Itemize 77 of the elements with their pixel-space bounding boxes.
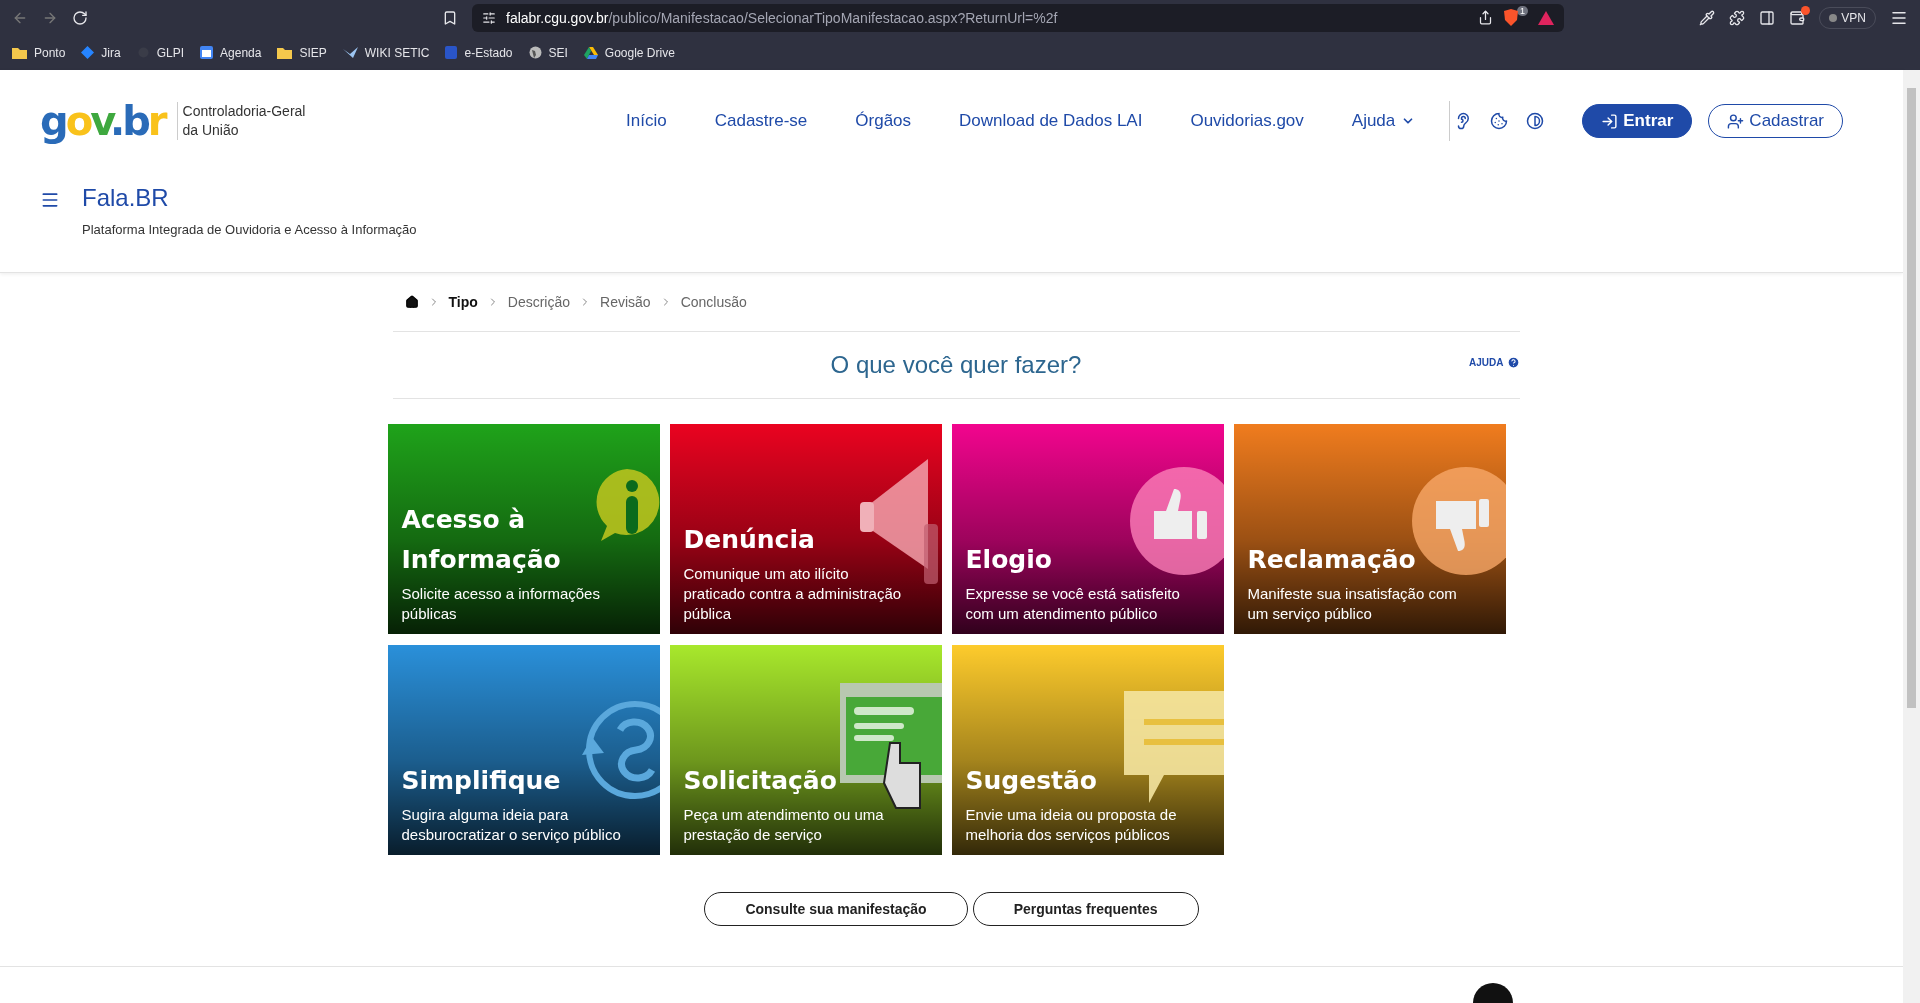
user-plus-icon <box>1727 112 1745 130</box>
menu-icon[interactable] <box>40 190 60 210</box>
home-icon[interactable] <box>404 295 419 309</box>
bookmark-item[interactable]: SEI <box>528 45 568 60</box>
outline-button[interactable]: Perguntas frequentes <box>972 892 1199 926</box>
login-button[interactable]: Entrar <box>1582 104 1693 138</box>
option-card[interactable]: Sugestão Envie uma ideia ou proposta de melhoria dos serviços públicos <box>951 645 1224 855</box>
card-description: Sugira alguma ideia para desburocratizar o serviço público <box>401 805 622 845</box>
nav-link[interactable]: Ouvidorias.gov <box>1190 111 1304 131</box>
option-card[interactable]: Elogio Expresse se você está satisfeito com um atendimento público <box>951 424 1224 634</box>
bookmark-item[interactable]: GLPI <box>136 45 185 60</box>
option-card[interactable]: Solicitação Peça um atendimento ou uma prestação de serviço <box>669 645 942 855</box>
option-card[interactable]: Reclamação Manifeste sua insatisfação com um serviço público <box>1233 424 1506 634</box>
bookmark-item[interactable]: Agenda <box>200 45 262 60</box>
diamond-icon <box>81 46 95 59</box>
card-title: Denúncia <box>683 524 816 556</box>
nav-link[interactable]: Cadastre-se <box>714 111 808 131</box>
nav-link[interactable]: Download de Dados LAI <box>959 111 1143 131</box>
card-title: Solicitação <box>683 765 838 797</box>
card-title: Acesso à Informação <box>401 504 562 576</box>
folder-icon <box>277 46 293 59</box>
calendar-icon <box>200 46 214 59</box>
login-icon <box>1601 112 1619 130</box>
bookmark-item[interactable]: Google Drive <box>583 45 675 60</box>
share-icon[interactable] <box>1478 10 1493 25</box>
sidebar-icon[interactable] <box>1759 9 1776 26</box>
register-button[interactable]: Cadastrar <box>1708 104 1843 138</box>
outline-button[interactable]: Consulte sua manifestação <box>704 892 968 926</box>
bookmark-icon[interactable] <box>442 9 458 26</box>
drive-icon <box>583 46 598 59</box>
globe-icon <box>528 46 542 59</box>
contrast-icon[interactable] <box>1526 112 1545 130</box>
breadcrumb-item[interactable]: Tipo <box>448 294 478 310</box>
site-subtitle: Plataforma Integrada de Ouvidoria e Acesso à Informação <box>82 222 417 237</box>
card-description: Manifeste sua insatisfação com um serviço público <box>1247 584 1458 624</box>
scrollbar[interactable] <box>1903 70 1920 1003</box>
square-icon <box>445 46 458 59</box>
option-card[interactable]: Denúncia Comunique um ato ilícito praticado contra a administração pública <box>669 424 942 634</box>
nav-link[interactable]: Ajuda <box>1351 111 1416 131</box>
extensions-icon[interactable] <box>1729 9 1746 26</box>
bookmark-item[interactable]: e-Estado <box>445 45 513 60</box>
cookie-icon[interactable] <box>1490 112 1509 130</box>
card-title: Reclamação <box>1247 544 1417 576</box>
card-description: Expresse se você está satisfeito com um atendimento público <box>965 584 1181 624</box>
option-card[interactable]: Simplifique Sugira alguma ideia para desburocratizar o serviço público <box>387 645 660 855</box>
bookmark-item[interactable]: Jira <box>81 45 121 60</box>
page-heading: O que você quer fazer? <box>830 351 1082 379</box>
card-description: Solicite acesso a informações públicas <box>401 584 601 624</box>
count-badge: 1 <box>1517 5 1528 16</box>
bookmark-item[interactable]: WIKI SETIC <box>342 45 430 60</box>
bookmark-item[interactable]: Ponto <box>12 45 66 60</box>
site-title: Fala.BR <box>82 184 170 212</box>
bookmark-item[interactable]: SIEP <box>277 45 327 60</box>
address-bar[interactable]: falabr.cgu.gov.br/publico/Manifestacao/SelecionarTipoManifestacao.aspx?ReturnUrl=%2f 1 <box>472 3 1564 32</box>
nav-link[interactable]: Órgãos <box>855 111 912 131</box>
site-settings-icon[interactable] <box>482 10 496 25</box>
card-description: Envie uma ideia ou proposta de melhoria dos serviços públicos <box>965 805 1178 845</box>
eyedropper-icon[interactable] <box>1699 9 1716 26</box>
shield-icon[interactable] <box>1503 9 1519 26</box>
card-description: Comunique um ato ilícito praticado contra a administração pública <box>683 564 903 624</box>
help-icon <box>1506 356 1520 369</box>
card-title: Simplifique <box>401 765 562 797</box>
option-card[interactable]: Acesso à Informação Solicite acesso a informações públicas <box>387 424 660 634</box>
url-text: falabr.cgu.gov.br/publico/Manifestacao/SelecionarTipoManifestacao.aspx?ReturnUrl=%2f <box>506 9 1059 26</box>
breadcrumb-item[interactable]: Revisão <box>600 294 651 310</box>
triangle-icon[interactable] <box>1538 10 1554 25</box>
card-title: Sugestão <box>965 765 1099 797</box>
nav-link[interactable]: Início <box>626 111 667 131</box>
thumbs-up-icon <box>1128 466 1224 576</box>
breadcrumb-item[interactable]: Descrição <box>507 294 571 310</box>
organization-name: Controladoria-Geral da União <box>176 102 323 140</box>
card-description: Peça um atendimento ou uma prestação de serviço <box>683 805 885 845</box>
breadcrumb-item[interactable]: Conclusão <box>680 294 747 310</box>
reload-icon[interactable] <box>72 9 88 26</box>
card-title: Elogio <box>965 544 1053 576</box>
help-link[interactable]: AJUDA <box>1469 356 1520 369</box>
folder-icon <box>12 46 27 59</box>
